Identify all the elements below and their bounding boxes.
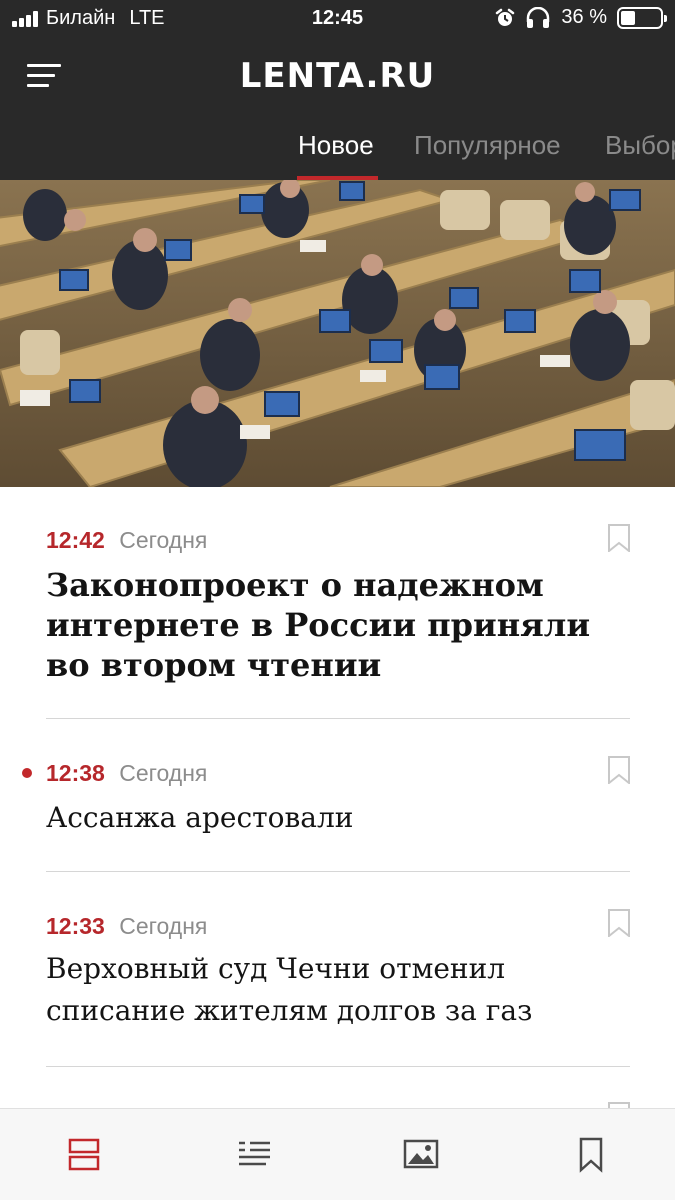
news-time: 12:38	[46, 760, 105, 786]
hero-image[interactable]	[0, 180, 675, 487]
battery-fill	[621, 10, 635, 25]
bookmark-icon[interactable]	[608, 524, 630, 552]
news-list-icon[interactable]	[236, 1137, 276, 1173]
headphones-icon	[527, 6, 550, 28]
alarm-icon	[496, 8, 515, 26]
news-meta: 12:38 Сегодня	[46, 760, 207, 787]
battery-icon	[617, 6, 667, 29]
tab-popular[interactable]: Популярное	[414, 130, 561, 161]
news-headline[interactable]: Ассанжа арестовали	[46, 797, 636, 839]
battery-percent: 36 %	[561, 6, 607, 28]
status-bar: Билайн LTE 12:45 36 %	[0, 0, 675, 40]
divider	[46, 718, 630, 719]
bookmark-icon[interactable]	[608, 756, 630, 784]
unread-dot	[22, 768, 32, 778]
tab-choice[interactable]: Выбор	[605, 130, 675, 161]
divider	[46, 871, 630, 872]
news-date: Сегодня	[119, 527, 208, 553]
news-time: 12:33	[46, 913, 105, 939]
site-logo[interactable]: LENTA.RU	[0, 56, 675, 96]
section-tabs: Новое Популярное Выбор	[0, 126, 675, 180]
news-time: 12:42	[46, 527, 105, 553]
gallery-icon[interactable]	[402, 1137, 442, 1173]
bookmark-icon[interactable]	[608, 909, 630, 937]
status-right: 36 %	[495, 6, 667, 29]
parliament-photo	[0, 180, 675, 487]
news-date: Сегодня	[119, 760, 208, 786]
news-meta: 12:42 Сегодня	[46, 527, 207, 554]
news-headline[interactable]: Законопроект о надежном интернете в Росс…	[46, 565, 636, 685]
news-date: Сегодня	[119, 913, 208, 939]
divider	[46, 1066, 630, 1067]
bottom-navigation	[0, 1108, 675, 1200]
news-headline[interactable]: Верховный суд Чечни отменил списание жит…	[46, 948, 636, 1032]
news-meta: 12:33 Сегодня	[46, 913, 207, 940]
app-header: Билайн LTE 12:45 36 % LENTA.RU Новое Поп…	[0, 0, 675, 180]
feed-icon[interactable]	[67, 1137, 107, 1173]
bookmarks-icon[interactable]	[572, 1137, 612, 1173]
tab-new[interactable]: Новое	[298, 130, 374, 161]
